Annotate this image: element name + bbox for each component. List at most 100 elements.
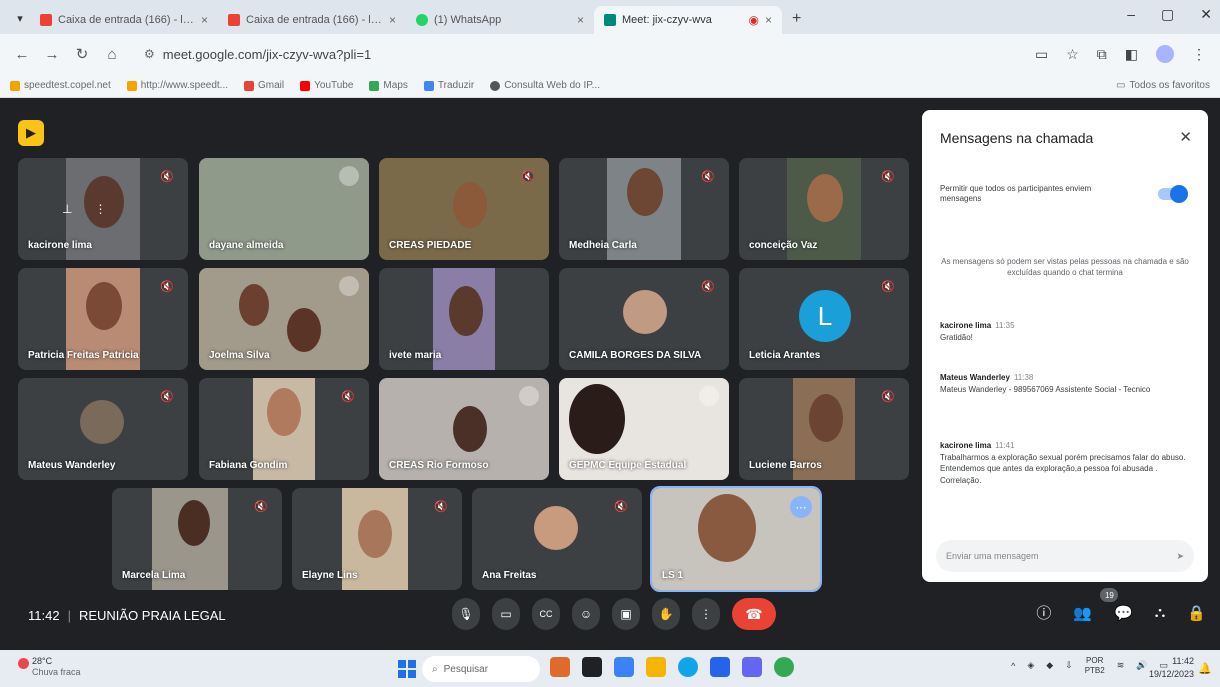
wifi-icon[interactable]: ≋ — [1117, 660, 1125, 671]
windows-start-icon[interactable] — [398, 660, 416, 678]
participant-tile[interactable]: ⊥ ⋮ 🔇 kacirone lima — [18, 158, 188, 260]
bookmark-star-icon[interactable]: ☆ — [1066, 46, 1079, 63]
mic-button[interactable]: 🎙 — [452, 598, 480, 630]
more-options-icon[interactable]: ⋯ — [790, 496, 812, 518]
bookmark-label: http://www.speedt... — [140, 80, 228, 91]
close-window-button[interactable]: ✕ — [1200, 6, 1212, 23]
app-icon[interactable] — [742, 657, 762, 677]
minimize-button[interactable]: – — [1127, 6, 1135, 23]
participant-tile[interactable]: dayane almeida — [199, 158, 369, 260]
raise-hand-button[interactable]: ✋ — [652, 598, 680, 630]
chat-message-input[interactable]: Enviar uma mensagem ➤ — [936, 540, 1194, 572]
more-options-button[interactable]: ⋮ — [692, 598, 720, 630]
present-button[interactable]: ▣ — [612, 598, 640, 630]
sidepanel-icon[interactable]: ◧ — [1125, 46, 1138, 63]
edge-icon[interactable] — [678, 657, 698, 677]
participant-tile[interactable]: 🔇 CAMILA BORGES DA SILVA — [559, 268, 729, 370]
usb-icon[interactable]: ⇩ — [1065, 660, 1073, 671]
new-tab-button[interactable]: + — [792, 10, 801, 28]
captions-button[interactable]: CC — [532, 598, 560, 630]
maps-icon — [369, 80, 380, 91]
more-options-icon[interactable]: ⋮ — [94, 202, 106, 216]
participant-tile[interactable]: 🔇 Elayne Lins — [292, 488, 462, 590]
tray-app-icon[interactable]: ◆ — [1046, 660, 1053, 671]
activities-icon[interactable]: ⛬ — [1155, 604, 1166, 621]
bookmark-translate[interactable]: Traduzir — [423, 80, 474, 91]
site-info-icon[interactable]: ⚙ — [144, 47, 155, 61]
participant-tile-self[interactable]: ⋯ LS 1 — [650, 486, 822, 592]
participant-tile[interactable]: 🔇 Ana Freitas — [472, 488, 642, 590]
participant-tile[interactable]: 🔇 Patricia Freitas Patricia — [18, 268, 188, 370]
chevron-up-icon[interactable]: ^ — [1011, 661, 1015, 671]
tab-meet[interactable]: Meet: jix-czyv-wva ◉ × — [594, 6, 782, 34]
reload-icon[interactable]: ↻ — [74, 45, 90, 63]
participant-tile[interactable]: Joelma Silva — [199, 268, 369, 370]
participant-name: Medheia Carla — [569, 240, 637, 251]
file-explorer-icon[interactable] — [646, 657, 666, 677]
participant-tile[interactable]: CREAS Rio Formoso — [379, 378, 549, 480]
url-input[interactable]: ⚙ meet.google.com/jix-czyv-wva?pli=1 — [134, 40, 1021, 68]
participant-tile[interactable]: 🔇 conceição Vaz — [739, 158, 909, 260]
volume-icon[interactable]: 🔊 — [1136, 660, 1147, 671]
hangup-button[interactable]: ☎ — [732, 598, 776, 630]
close-tab-icon[interactable]: × — [765, 13, 772, 27]
recording-badge[interactable]: ▶ — [18, 120, 44, 146]
participant-tile[interactable]: 🔇 Medheia Carla — [559, 158, 729, 260]
send-icon[interactable]: ➤ — [1176, 551, 1184, 562]
participant-tile[interactable]: 🔇 Fabiana Gondim — [199, 378, 369, 480]
participant-tile[interactable]: 🔇 Mateus Wanderley — [18, 378, 188, 480]
pin-icon[interactable]: ⊥ — [62, 202, 72, 216]
close-tab-icon[interactable]: × — [577, 13, 584, 27]
taskbar-search[interactable]: ⌕ Pesquisar — [422, 656, 540, 682]
tray-app-icon[interactable]: ◈ — [1027, 660, 1034, 671]
weather-widget[interactable]: 28°C Chuva fraca — [18, 656, 81, 679]
bookmark-gmail[interactable]: Gmail — [244, 80, 284, 91]
all-bookmarks-button[interactable]: ▭ Todos os favoritos — [1116, 80, 1210, 91]
bookmark-speedt[interactable]: http://www.speedt... — [126, 80, 228, 91]
language-indicator[interactable]: POR PTB2 — [1085, 656, 1105, 675]
profile-avatar[interactable] — [1156, 45, 1174, 63]
notification-bell-icon[interactable]: 🔔 — [1198, 662, 1212, 675]
clock[interactable]: 11:42 19/12/2023 — [1149, 655, 1194, 680]
people-icon[interactable]: 👥 — [1073, 604, 1092, 622]
home-icon[interactable]: ⌂ — [104, 46, 120, 63]
folder-icon: ▭ — [1115, 80, 1126, 91]
close-tab-icon[interactable]: × — [389, 13, 396, 27]
participant-tile[interactable]: L 🔇 Leticia Arantes — [739, 268, 909, 370]
camera-button[interactable]: ▭ — [492, 598, 520, 630]
close-tab-icon[interactable]: × — [201, 13, 208, 27]
app-icon[interactable] — [550, 657, 570, 677]
recording-icon: ◉ — [748, 13, 759, 27]
participant-tile[interactable]: 🔇 CREAS PIEDADE — [379, 158, 549, 260]
chat-icon[interactable]: 💬 — [1114, 604, 1133, 622]
app-icon[interactable] — [614, 657, 634, 677]
restore-button[interactable]: ▢ — [1161, 6, 1174, 23]
bookmark-speedtest[interactable]: speedtest.copel.net — [10, 80, 111, 91]
muted-mic-icon — [339, 276, 359, 296]
tab-search-icon[interactable]: ▾ — [10, 6, 30, 30]
participant-tile[interactable]: ivete maria — [379, 268, 549, 370]
tab-gmail-1[interactable]: Caixa de entrada (166) - ls1@... × — [30, 6, 218, 34]
participant-tile[interactable]: GEPMC Equipe Estadual — [559, 378, 729, 480]
tab-whatsapp[interactable]: (1) WhatsApp × — [406, 6, 594, 34]
participant-tile[interactable]: 🔇 Luciene Barros — [739, 378, 909, 480]
app-icon[interactable] — [710, 657, 730, 677]
host-controls-icon[interactable]: 🔒 — [1187, 604, 1206, 622]
cast-icon[interactable]: ▭ — [1035, 46, 1048, 63]
message-text: Mateus Wanderley - 989567069 Assistente … — [940, 384, 1151, 394]
bookmark-ip[interactable]: Consulta Web do IP... — [490, 80, 600, 91]
bookmark-maps[interactable]: Maps — [369, 80, 408, 91]
emoji-button[interactable]: ☺ — [572, 598, 600, 630]
chrome-icon[interactable] — [774, 657, 794, 677]
extensions-icon[interactable]: ⧉ — [1097, 46, 1107, 63]
bookmark-youtube[interactable]: YouTube — [300, 80, 353, 91]
app-icon[interactable] — [582, 657, 602, 677]
close-chat-button[interactable]: ✕ — [1179, 128, 1192, 146]
participant-tile[interactable]: 🔇 Marcela Lima — [112, 488, 282, 590]
menu-icon[interactable]: ⋮ — [1192, 46, 1206, 63]
back-icon[interactable]: ← — [14, 46, 30, 63]
forward-icon[interactable]: → — [44, 46, 60, 63]
permission-toggle[interactable] — [1158, 185, 1188, 203]
info-icon[interactable]: ⓘ — [1036, 602, 1051, 623]
tab-gmail-2[interactable]: Caixa de entrada (166) - ls1@... × — [218, 6, 406, 34]
